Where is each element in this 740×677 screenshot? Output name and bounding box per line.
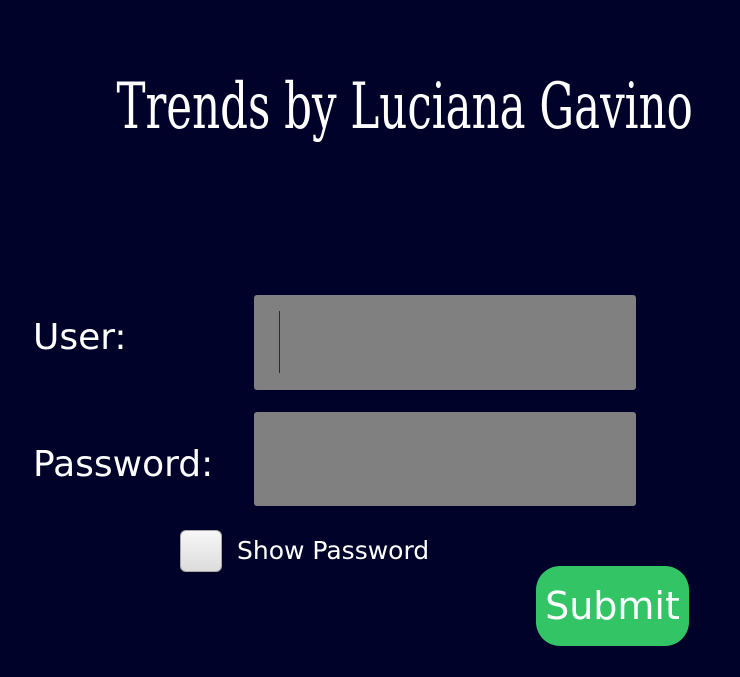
- user-input[interactable]: [254, 295, 636, 390]
- show-password-label[interactable]: Show Password: [237, 534, 429, 568]
- password-label: Password:: [33, 444, 214, 485]
- app-title: Trends by Luciana Gavino: [116, 70, 693, 144]
- show-password-checkbox[interactable]: [180, 530, 222, 572]
- password-input[interactable]: [254, 412, 636, 506]
- user-label: User:: [33, 317, 127, 358]
- submit-button[interactable]: Submit: [536, 566, 689, 646]
- text-caret: [279, 311, 280, 373]
